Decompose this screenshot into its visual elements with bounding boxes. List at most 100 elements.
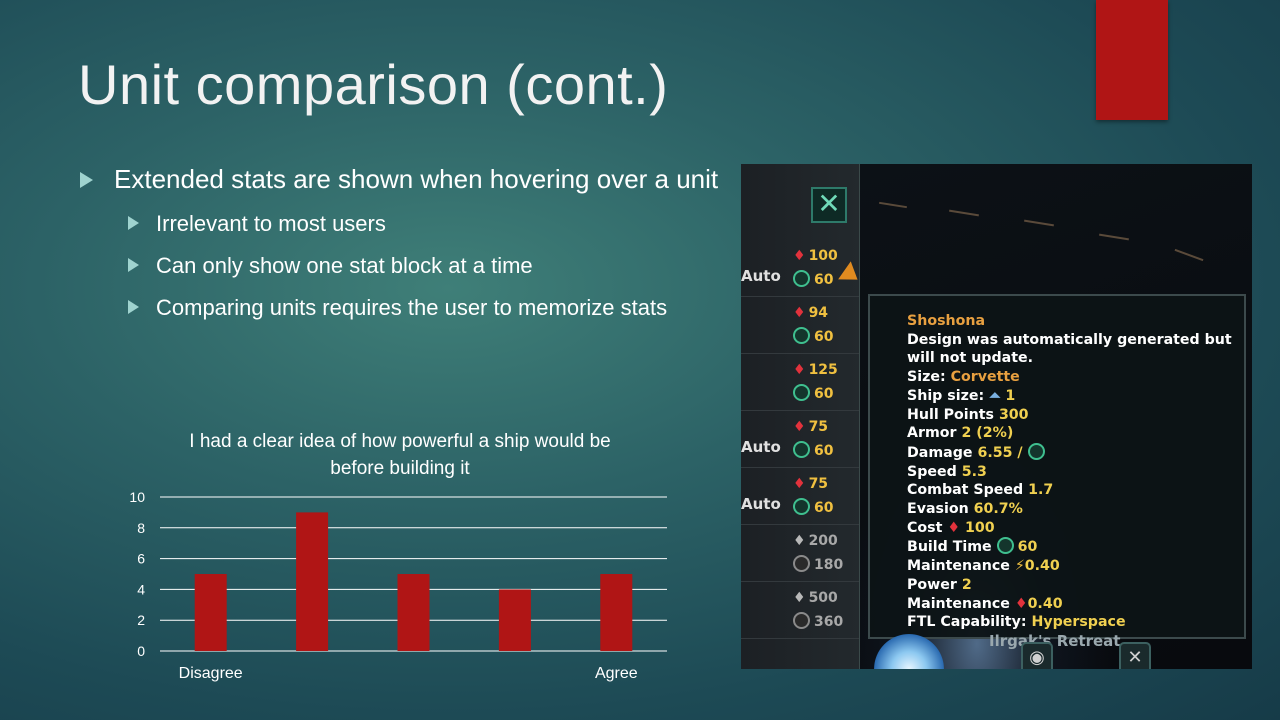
ship-row[interactable]: ♦ 500 360 — [741, 581, 859, 639]
bullet-sub-3: Comparing units requires the user to mem… — [78, 293, 728, 322]
bullet-arrow-icon — [128, 216, 139, 230]
stat-size: Size: Corvette — [907, 369, 1020, 386]
cost-number: 125 — [808, 362, 838, 378]
bullet-sub-1: Irrelevant to most users — [78, 209, 728, 238]
cost-value: ♦ 94 — [793, 305, 828, 321]
ship-row[interactable]: Auto ♦ 75 60 — [741, 410, 859, 468]
clock-icon — [793, 612, 810, 629]
cost-number: 75 — [808, 476, 829, 492]
clock-icon — [793, 441, 810, 458]
energy-bolt-icon: ⚡ — [1014, 558, 1025, 575]
auto-label: Auto — [741, 267, 781, 285]
bar — [194, 574, 227, 651]
y-tick-label: 0 — [137, 643, 145, 659]
bullet-sub-text: Irrelevant to most users — [156, 211, 386, 236]
bullet-sub-text: Can only show one stat block at a time — [156, 253, 533, 278]
stat-armor: Armor 2 (2%) — [907, 425, 1014, 442]
ship-row[interactable]: ♦ 125 60 — [741, 353, 859, 411]
alloy-gem-icon: ♦ — [947, 519, 961, 536]
tools-icon[interactable]: ✕ — [1119, 642, 1151, 669]
ship-icon: ⏶ — [989, 387, 1001, 404]
close-button[interactable]: ✕ — [811, 187, 847, 223]
alloy-gem-icon: ♦ — [793, 305, 806, 321]
planet-button[interactable]: ◉ — [1021, 642, 1053, 669]
orbit-line — [1174, 248, 1204, 262]
alloy-gem-icon: ♦ — [1014, 595, 1028, 612]
cost-number: 200 — [808, 533, 838, 549]
build-time-value: 60 — [793, 441, 833, 459]
stat-evasion: Evasion 60.7% — [907, 501, 1023, 518]
auto-label: Auto — [741, 438, 781, 456]
y-tick-label: 6 — [137, 551, 145, 567]
ship-row[interactable]: Auto ♦ 100 60 — [741, 239, 859, 297]
planet-name: Ilrgak's Retreat — [989, 632, 1121, 650]
cost-number: 75 — [808, 419, 829, 435]
time-number: 60 — [814, 386, 834, 402]
ship-row[interactable]: ♦ 200 180 — [741, 524, 859, 582]
stat-ship-size: Ship size: ⏶ 1 — [907, 387, 1016, 404]
stat-build-time: Build Time 60 — [907, 537, 1038, 556]
time-number: 60 — [814, 500, 834, 516]
bar — [498, 589, 531, 651]
alloy-gem-icon: ♦ — [793, 533, 806, 549]
y-tick-label: 4 — [137, 581, 145, 597]
bullet-arrow-icon — [128, 258, 139, 272]
build-time-value: 60 — [793, 384, 833, 402]
bullet-main: Extended stats are shown when hovering o… — [78, 164, 728, 195]
orbit-line — [879, 201, 907, 209]
ship-name: Shoshona — [907, 313, 986, 329]
bullet-arrow-icon — [80, 172, 93, 188]
ship-description: Design was automatically generated but — [907, 331, 1232, 348]
accent-block — [1096, 0, 1168, 120]
orbit-line — [949, 209, 979, 217]
cost-number: 100 — [808, 248, 838, 264]
stat-speed: Speed 5.3 — [907, 463, 987, 480]
clock-icon — [793, 327, 810, 344]
build-time-value: 360 — [793, 612, 843, 630]
alloy-gem-icon: ♦ — [793, 362, 806, 378]
bullet-arrow-icon — [128, 300, 139, 314]
clock-icon — [996, 537, 1014, 555]
orbit-line — [1099, 233, 1129, 241]
stat-damage: Damage 6.55 / — [907, 442, 1244, 463]
clock-icon — [793, 270, 810, 287]
x-tick-label: Disagree — [179, 665, 243, 682]
cost-value: ♦ 75 — [793, 419, 828, 435]
time-number: 60 — [814, 443, 834, 459]
clock-icon — [793, 384, 810, 401]
ship-row[interactable]: ♦ 94 60 — [741, 296, 859, 354]
build-time-value: 60 — [793, 270, 833, 288]
auto-label: Auto — [741, 495, 781, 513]
cost-number: 94 — [808, 305, 829, 321]
build-time-value: 180 — [793, 555, 843, 573]
game-screenshot: ✕ Auto ♦ 100 60 ♦ 94 60 ♦ 125 60 Auto ♦ 75 60 Auto ♦ 75 6… — [741, 164, 1252, 669]
ship-list-panel: ✕ Auto ♦ 100 60 ♦ 94 60 ♦ 125 60 Auto ♦ 75 60 Auto ♦ 75 6… — [741, 164, 860, 669]
bar — [397, 574, 430, 651]
stat-ftl: FTL Capability: Hyperspace — [907, 614, 1126, 631]
bullet-main-text: Extended stats are shown when hovering o… — [114, 164, 719, 194]
build-time-value: 60 — [793, 327, 833, 345]
time-number: 180 — [814, 557, 844, 573]
cost-value: ♦ 75 — [793, 476, 828, 492]
clock-icon — [1027, 442, 1045, 460]
y-tick-label: 8 — [137, 520, 145, 536]
time-number: 360 — [814, 614, 844, 630]
cost-number: 500 — [808, 590, 838, 606]
bullet-sub-2: Can only show one stat block at a time — [78, 251, 728, 280]
alloy-gem-icon: ♦ — [793, 248, 806, 264]
cost-value: ♦ 200 — [793, 533, 838, 549]
bullet-list: Extended stats are shown when hovering o… — [78, 164, 728, 335]
stat-power: Power 2 — [907, 576, 972, 593]
bar-chart: 0 2 4 6 8 10 Disagree Agree — [129, 489, 667, 682]
ship-row[interactable]: Auto ♦ 75 60 — [741, 467, 859, 525]
bar — [296, 512, 329, 651]
chart-title: I had a clear idea of how powerful a shi… — [189, 431, 611, 479]
alloy-gem-icon: ♦ — [793, 476, 806, 492]
alloy-gem-icon: ♦ — [793, 590, 806, 606]
y-tick-label: 10 — [129, 489, 145, 505]
orbit-line — [1024, 219, 1054, 227]
bar — [600, 574, 633, 651]
x-tick-label: Agree — [595, 665, 638, 682]
cost-value: ♦ 125 — [793, 362, 838, 378]
time-number: 60 — [814, 272, 834, 288]
